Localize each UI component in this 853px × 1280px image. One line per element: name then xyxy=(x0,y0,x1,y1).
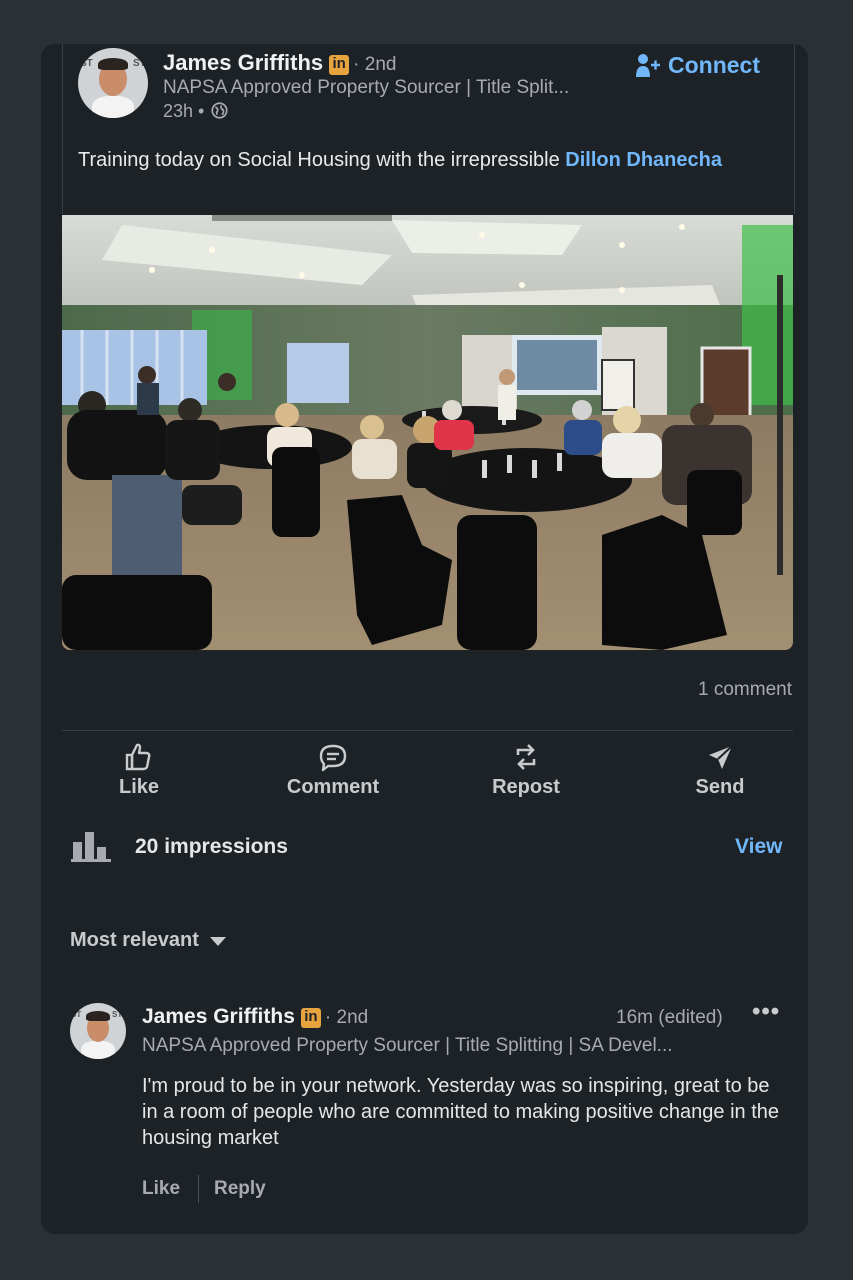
comment-icon xyxy=(319,744,347,772)
author-name-text[interactable]: James Griffiths xyxy=(163,50,323,75)
post-image[interactable] xyxy=(62,215,793,650)
linkedin-premium-icon: in xyxy=(329,55,350,75)
mention-link[interactable]: Dillon Dhanecha xyxy=(565,149,722,171)
comment-button[interactable]: Comment xyxy=(258,742,408,799)
post-meta: 23h • xyxy=(163,101,228,122)
repost-button[interactable]: Repost xyxy=(451,742,601,799)
send-icon xyxy=(709,745,733,769)
like-label: Like xyxy=(118,776,160,798)
view-analytics-link[interactable]: View xyxy=(735,835,782,859)
sort-dropdown[interactable]: Most relevant xyxy=(70,929,227,952)
sort-label: Most relevant xyxy=(70,929,199,951)
connect-label: Connect xyxy=(668,52,760,78)
post-text: Training today on Social Housing with th… xyxy=(78,149,566,171)
like-button[interactable]: Like xyxy=(64,742,214,799)
globe-icon xyxy=(211,102,228,119)
commenter-headline: NAPSA Approved Property Sourcer | Title … xyxy=(142,1035,673,1056)
analytics-bar-icon xyxy=(71,832,111,862)
thumbs-up-icon xyxy=(125,743,151,771)
commenter-name-text[interactable]: James Griffiths xyxy=(142,1005,295,1028)
send-label: Send xyxy=(695,776,745,798)
author-headline: NAPSA Approved Property Sourcer | Title … xyxy=(163,77,570,98)
author-name[interactable]: James Griffiths in · 2nd xyxy=(163,50,396,76)
caret-down-icon xyxy=(209,936,226,946)
author-avatar[interactable]: ST ST xyxy=(78,48,148,118)
comment-reply-button[interactable]: Reply xyxy=(214,1178,266,1200)
comment-count[interactable]: 1 comment xyxy=(698,679,792,701)
linkedin-premium-icon: in xyxy=(300,1008,321,1028)
impressions-count: 20 impressions xyxy=(135,835,288,858)
repost-icon xyxy=(516,744,536,770)
comment-like-button[interactable]: Like xyxy=(142,1178,180,1200)
comment-action-divider xyxy=(198,1175,199,1203)
connection-degree: · 2nd xyxy=(353,54,397,75)
send-button[interactable]: Send xyxy=(645,742,795,799)
more-options-icon[interactable]: ••• xyxy=(752,998,780,1026)
commenter-name[interactable]: James Griffiths in · 2nd xyxy=(142,1005,368,1029)
post-time: 23h • xyxy=(163,101,205,121)
post-body: Training today on Social Housing with th… xyxy=(78,147,778,173)
repost-label: Repost xyxy=(492,776,560,798)
actions-divider xyxy=(62,730,793,731)
commenter-degree: · 2nd xyxy=(324,1007,369,1028)
comment-time: 16m (edited) xyxy=(616,1007,723,1028)
conference-photo xyxy=(62,215,793,650)
comment-text: I'm proud to be in your network. Yesterd… xyxy=(142,1075,780,1149)
connect-button[interactable]: Connect xyxy=(636,52,760,79)
add-person-icon xyxy=(636,53,660,77)
comment-label: Comment xyxy=(286,776,380,798)
commenter-avatar[interactable]: ST ST xyxy=(70,1003,126,1059)
